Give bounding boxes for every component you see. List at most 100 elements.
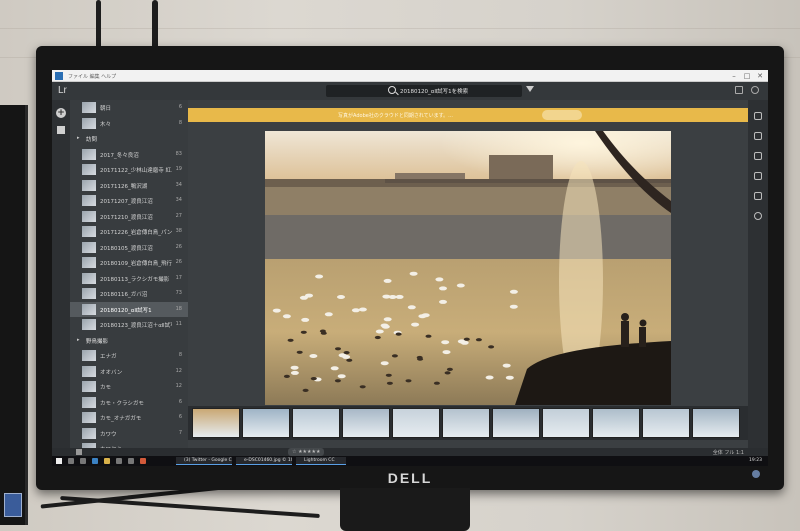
chevron-icon[interactable]: ▸ [77, 337, 80, 343]
chevron-icon[interactable]: ▸ [77, 135, 80, 141]
filmstrip-thumbnail[interactable] [492, 408, 540, 438]
filmstrip-thumbnail[interactable] [642, 408, 690, 438]
edit-icon[interactable] [754, 112, 762, 120]
sidebar-item-count: 6 [178, 398, 182, 405]
gradient-icon[interactable] [754, 192, 762, 200]
sidebar-album-item[interactable]: 20180123_渡良江沼＋αⅡ試写 11 [70, 317, 188, 333]
sidebar-item-label: 朝日 [100, 106, 112, 112]
swan-shape [305, 293, 313, 298]
sidebar-album-item[interactable]: 20171226_岩倉傳白鳥_パン... 38 [70, 224, 188, 240]
lightroom-logo: Lr [58, 85, 67, 96]
sidebar-item-label: カモ_オナガガモ [100, 416, 142, 422]
sidebar-item-label: 20171126_鴨沢湖 [100, 183, 148, 190]
sidebar-item-count: 19 [175, 166, 182, 172]
search-taskbar-icon[interactable] [68, 458, 74, 464]
explorer-icon[interactable] [104, 458, 110, 464]
sidebar-item-count: 38 [175, 228, 182, 234]
sidebar-album-item[interactable]: カモ・クラシガモ 6 [70, 395, 188, 411]
filmstrip-thumbnail[interactable] [242, 408, 290, 438]
star-rating[interactable]: ☆ ★★★★★ [288, 448, 325, 456]
sidebar-item-label: 木々 [100, 121, 112, 128]
store-icon[interactable] [116, 458, 122, 464]
info-icon[interactable] [754, 212, 762, 220]
sidebar-album-item[interactable]: カモ_オナガガモ 6 [70, 410, 188, 426]
sticker-badge [4, 493, 22, 517]
sidebar-album-item[interactable]: 20180109_岩倉傳白鳥_飛行 26 [70, 255, 188, 271]
edge-icon[interactable] [92, 458, 98, 464]
sidebar-item-label: 20171207_渡良江沼 [100, 199, 153, 205]
library-icon[interactable] [57, 126, 65, 134]
filmstrip-thumbnail[interactable] [542, 408, 590, 438]
chrome-icon[interactable] [140, 458, 146, 464]
filter-icon[interactable] [526, 86, 534, 92]
sidebar-album-item[interactable]: 20171207_渡良江沼 34 [70, 193, 188, 209]
sidebar-album-item[interactable]: 20180105_渡良江沼 26 [70, 240, 188, 256]
sidebar-album-item[interactable]: 20180120_αⅡ試写1 18 [70, 301, 188, 317]
share-icon[interactable] [735, 86, 743, 94]
duck-shape [395, 332, 402, 336]
swan-shape [351, 308, 360, 313]
filmstrip-thumbnail[interactable] [392, 408, 440, 438]
album-thumbnail [82, 257, 96, 268]
start-icon[interactable] [56, 458, 62, 464]
crop-icon[interactable] [754, 132, 762, 140]
brush-icon[interactable] [754, 172, 762, 180]
sidebar-album-item[interactable]: カワウ 7 [70, 426, 188, 442]
sidebar-album-item[interactable]: 20180113_ラクシガモ撮影 17 [70, 271, 188, 287]
sidebar-album-item[interactable]: エナガ 8 [70, 348, 188, 364]
sidebar-item-count: 73 [175, 290, 182, 296]
duck-shape [310, 377, 317, 381]
maximize-icon[interactable]: □ [741, 71, 753, 81]
filmstrip-thumbnail[interactable] [292, 408, 340, 438]
swan-shape [421, 313, 430, 318]
sidebar-group[interactable]: ▸ 訪問 [70, 131, 188, 147]
add-photos-button[interactable]: + [56, 108, 66, 118]
sidebar-album-item[interactable]: カワセミ [70, 441, 188, 448]
sidebar-album-item[interactable]: オオバン 12 [70, 364, 188, 380]
zoom-controls[interactable]: 全体 フル 1:1 [713, 449, 744, 456]
sidebar-album-item[interactable]: カモ 12 [70, 379, 188, 395]
sidebar-album-item[interactable]: 木々 8 [70, 116, 188, 132]
swan-shape [409, 271, 418, 276]
duck-shape [417, 357, 424, 361]
cloud-icon[interactable] [751, 86, 759, 94]
loupe-photo[interactable] [265, 131, 671, 405]
sidebar-item-label: 20180113_ラクシガモ撮影 [100, 276, 170, 283]
sidebar-item-label: 20180105_渡良江沼 [100, 245, 153, 252]
system-clock: 19:23 [749, 458, 762, 463]
filmstrip-thumbnail[interactable] [442, 408, 490, 438]
mail-icon[interactable] [128, 458, 134, 464]
sidebar-album-item[interactable]: 20171126_鴨沢湖 34 [70, 178, 188, 194]
minimize-icon[interactable]: – [728, 71, 740, 81]
search-input[interactable]: 20180120_αⅡ試写1を検索 [326, 85, 522, 97]
album-thumbnail [82, 288, 96, 299]
sidebar-album-item[interactable]: 20180116_ガバ沼 73 [70, 286, 188, 302]
grid-view-icon[interactable] [76, 449, 82, 455]
banner-button[interactable] [542, 110, 582, 120]
sidebar-album-item[interactable]: 20171122_少林山達磨寺 紅... 19 [70, 162, 188, 178]
swan-shape [502, 363, 511, 368]
menu-bar[interactable]: ファイル 編集 ヘルプ [68, 73, 116, 80]
task-twitter[interactable]: (3) Twitter - Google C... [176, 457, 232, 465]
sidebar-item-label: 20171122_少林山達磨寺 紅... [100, 168, 172, 174]
taskview-icon[interactable] [80, 458, 86, 464]
swan-shape [290, 370, 299, 375]
task-image[interactable]: e-DSC01460.jpg © 10... [236, 457, 292, 465]
healing-icon[interactable] [754, 152, 762, 160]
filmstrip-thumbnail[interactable] [342, 408, 390, 438]
album-thumbnail [82, 117, 96, 129]
sidebar-item-label: オオバン [100, 369, 123, 376]
sidebar-group[interactable]: ▸ 野鳥撮影 [70, 333, 188, 349]
duck-shape [386, 381, 393, 385]
filmstrip-thumbnail[interactable] [192, 408, 240, 438]
sidebar-album-item[interactable]: 朝日 6 [70, 100, 188, 116]
sidebar-album-item[interactable]: 20171210_渡良江沼 27 [70, 209, 188, 225]
filmstrip-thumbnail[interactable] [592, 408, 640, 438]
sidebar-item-count: 34 [175, 181, 182, 188]
close-icon[interactable]: ✕ [754, 71, 766, 81]
task-lightroom[interactable]: Lightroom CC [296, 457, 346, 465]
sidebar-album-item[interactable]: 2017_冬々良沼 83 [70, 147, 188, 163]
swan-lake-photo [265, 131, 671, 405]
filmstrip-thumbnail[interactable] [692, 408, 740, 438]
screen: ファイル 編集 ヘルプ – □ ✕ Lr 20180120_αⅡ試写1を検索 +… [52, 70, 768, 466]
